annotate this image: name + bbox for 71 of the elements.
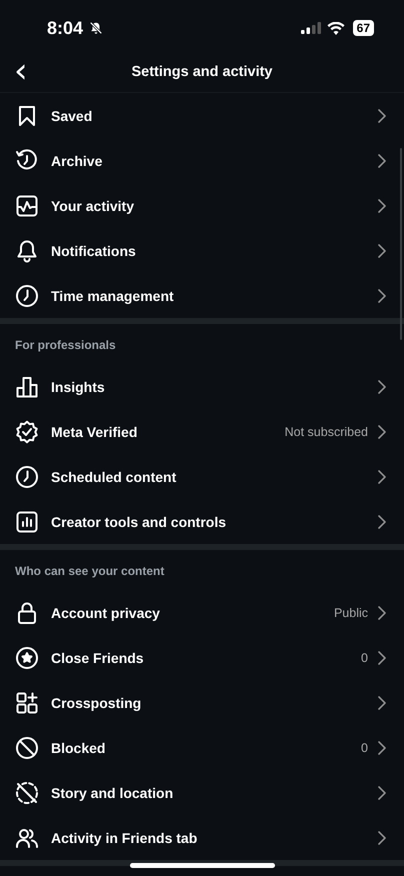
chevron-icon [378, 696, 386, 710]
back-button[interactable]: ‹ [8, 56, 34, 86]
settings-row[interactable]: Crossposting [0, 680, 404, 725]
chevron-icon [378, 740, 386, 754]
settings-row[interactable]: Saved [0, 93, 404, 138]
section-header: For professionals [14, 337, 117, 354]
bar-chart-icon [15, 374, 39, 398]
battery-indicator: 67 [352, 20, 374, 36]
settings-row[interactable]: Story and location [0, 770, 404, 815]
row-label: Blocked [51, 740, 106, 756]
row-label: Insights [51, 378, 106, 394]
chevron-icon [378, 288, 386, 302]
chart-square-icon [15, 510, 39, 534]
wifi-icon [326, 22, 345, 34]
section-header: Who can see your content [14, 563, 166, 580]
row-value: 0 [361, 740, 368, 754]
row-label: Notifications [51, 242, 137, 258]
settings-row[interactable]: Archive [0, 138, 404, 183]
row-label: Scheduled content [51, 468, 178, 484]
settings-row[interactable]: Your activity [0, 183, 404, 228]
row-label: Meta Verified [51, 424, 138, 440]
dashed-circle-icon [15, 780, 39, 804]
settings-row[interactable]: Blocked 0 [0, 725, 404, 770]
chevron-icon [378, 154, 386, 168]
row-label: Creator tools and controls [51, 514, 228, 530]
settings-row[interactable]: Time management [0, 273, 404, 318]
settings-row[interactable]: Scheduled content [0, 454, 404, 499]
chevron-icon [378, 244, 386, 258]
history-icon [15, 148, 39, 172]
muted-bell-icon [89, 21, 104, 35]
chevron-icon [378, 830, 386, 844]
bell-icon [15, 238, 39, 262]
settings-row[interactable]: Creator tools and controls [0, 499, 404, 544]
settings-row[interactable]: Account privacy Public [0, 590, 404, 635]
chevron-icon [378, 650, 386, 664]
chevron-icon [378, 606, 386, 620]
row-label: Your activity [51, 198, 135, 214]
row-value: 0 [361, 650, 368, 664]
row-label: Story and location [51, 784, 174, 800]
signal-icon [300, 22, 321, 34]
settings-row[interactable]: Meta Verified Not subscribed [0, 409, 404, 454]
status-time: 8:04 [47, 18, 84, 38]
row-label: Close Friends [51, 650, 145, 666]
row-label: Activity in Friends tab [51, 830, 198, 846]
chevron-icon [378, 514, 386, 528]
row-value: Not subscribed [284, 424, 368, 438]
clock-icon [15, 284, 39, 308]
settings-row[interactable]: Insights [0, 364, 404, 409]
row-label: Account privacy [51, 604, 161, 620]
verified-badge-icon [15, 420, 39, 444]
activity-icon [15, 194, 39, 218]
lock-icon [15, 600, 39, 624]
chevron-icon [378, 198, 386, 212]
chevron-icon [378, 470, 386, 484]
grid-plus-icon [15, 690, 39, 714]
clock-icon [15, 464, 39, 488]
chevron-icon [378, 424, 386, 438]
block-icon [15, 736, 39, 760]
settings-row[interactable]: Notifications [0, 228, 404, 273]
row-label: Crossposting [51, 694, 142, 710]
settings-row[interactable]: Close Friends 0 [0, 635, 404, 680]
star-circle-icon [15, 646, 39, 670]
row-value: Public [334, 606, 368, 620]
row-label: Saved [51, 108, 94, 124]
chevron-icon [378, 108, 386, 122]
row-label: Time management [51, 288, 175, 304]
chevron-icon [378, 380, 386, 394]
chevron-icon [378, 786, 386, 800]
row-label: Archive [51, 152, 104, 168]
settings-row[interactable]: Activity in Friends tab [0, 815, 404, 860]
page-title: Settings and activity [131, 64, 272, 80]
